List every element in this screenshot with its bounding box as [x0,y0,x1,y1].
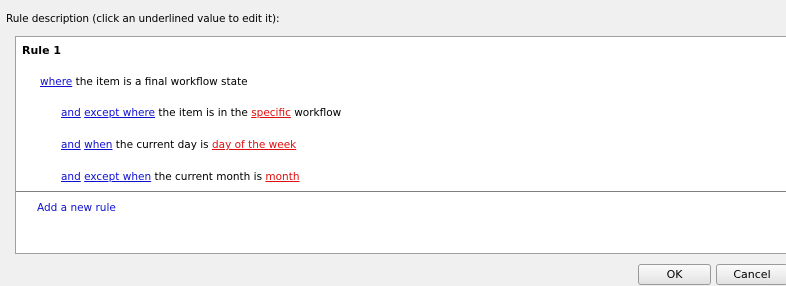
rule-condition-except-when: and except when the current month is mon… [61,171,299,183]
rule-description-panel: Rule 1 where the item is a final workflo… [15,36,786,254]
month-value-link[interactable]: month [265,171,299,183]
rule-condition-where: where the item is a final workflow state [40,76,248,88]
condition-text: workflow [290,107,342,119]
ok-button[interactable]: OK [638,264,711,285]
rule-condition-when: and when the current day is day of the w… [61,139,296,151]
rule-separator [16,191,786,192]
condition-text: the item is in the [155,107,252,119]
except-when-link[interactable]: except when [84,171,151,183]
and-link[interactable]: and [61,139,81,151]
specific-value-link[interactable]: specific [251,107,291,119]
and-link[interactable]: and [61,171,81,183]
condition-text: the current month is [151,171,266,183]
day-of-week-value-link[interactable]: day of the week [212,139,296,151]
when-link[interactable]: when [84,139,112,151]
cancel-button[interactable]: Cancel [716,264,786,285]
where-link[interactable]: where [40,76,72,88]
condition-text: the item is a final workflow state [72,76,248,88]
rule-description-label: Rule description (click an underlined va… [6,13,280,25]
except-where-link[interactable]: except where [84,107,155,119]
rule-title: Rule 1 [22,44,62,57]
and-link[interactable]: and [61,107,81,119]
add-new-rule-link[interactable]: Add a new rule [37,202,116,214]
rule-condition-except-where: and except where the item is in the spec… [61,107,341,119]
condition-text: the current day is [112,139,212,151]
